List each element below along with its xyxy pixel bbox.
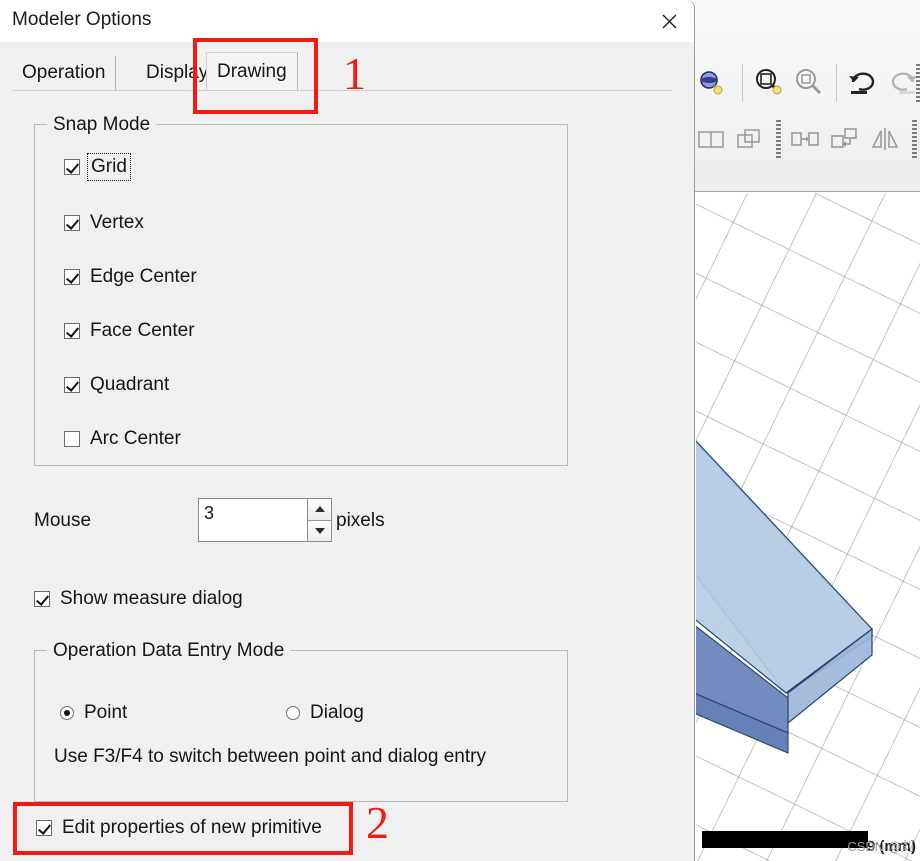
checkbox-grid-box[interactable] [64, 159, 80, 175]
data-entry-mode-group: Operation Data Entry Mode [34, 640, 568, 802]
toolbar-grip[interactable] [776, 120, 781, 160]
checkbox-edit-properties-box[interactable] [36, 820, 52, 836]
radio-point[interactable]: Point [60, 702, 127, 724]
move-shape-icon[interactable] [828, 122, 862, 156]
toolbar-grip[interactable] [912, 120, 917, 160]
checkbox-quadrant[interactable]: Quadrant [64, 374, 169, 396]
mouse-units-label: pixels [336, 510, 385, 531]
align-horizontal-icon[interactable] [788, 122, 822, 156]
tab-operation-label: Operation [22, 62, 106, 83]
checkbox-quadrant-label: Quadrant [90, 374, 170, 395]
data-entry-hint: Use F3/F4 to switch between point and di… [54, 746, 486, 767]
spin-down-button[interactable] [308, 520, 331, 541]
dialog-body: Operation Display Drawing Snap Mode Grid [0, 42, 694, 861]
checkbox-grid[interactable]: Grid [64, 153, 131, 181]
viewport-solid-model [696, 440, 873, 754]
copy-shape-icon[interactable] [732, 122, 766, 156]
radio-dialog[interactable]: Dialog [286, 702, 364, 724]
checkbox-vertex-box[interactable] [64, 215, 80, 231]
viewport-scale-bar [702, 831, 868, 848]
dialog-titlebar[interactable]: Modeler Options [0, 0, 694, 42]
checkbox-show-measure-dialog-label: Show measure dialog [60, 588, 243, 609]
close-button[interactable] [644, 0, 694, 42]
checkbox-grid-label: Grid [87, 153, 131, 181]
radio-dialog-box[interactable] [286, 706, 300, 720]
close-icon [662, 14, 676, 28]
checkbox-vertex[interactable]: Vertex [64, 212, 144, 234]
checkbox-face-center-label: Face Center [90, 320, 195, 341]
checkbox-face-center-box[interactable] [64, 323, 80, 339]
tab-drawing[interactable]: Drawing [206, 52, 298, 90]
zoom-window-icon[interactable] [752, 66, 786, 100]
viewport-dimension-label: 9 (mm) [866, 838, 916, 855]
chevron-up-icon [314, 506, 325, 513]
radio-dialog-label: Dialog [310, 702, 364, 723]
checkbox-show-measure-dialog[interactable]: Show measure dialog [34, 588, 243, 610]
tab-operation[interactable]: Operation [12, 56, 117, 90]
checkbox-edge-center[interactable]: Edge Center [64, 266, 197, 288]
tab-drawing-label: Drawing [217, 60, 287, 82]
checkbox-edge-center-label: Edge Center [90, 266, 197, 287]
checkbox-show-measure-dialog-box[interactable] [34, 591, 50, 607]
modeler-options-dialog: Modeler Options Operation Display Drawin… [0, 0, 695, 861]
screen-root: 9 (mm) CSDN @刘 Modeler Options Operation… [0, 0, 920, 861]
checkbox-arc-center[interactable]: Arc Center [64, 428, 181, 450]
mouse-pixels-spin-buttons[interactable] [308, 498, 332, 542]
zoom-region-icon[interactable] [792, 66, 826, 100]
radio-point-label: Point [84, 702, 128, 723]
checkbox-edit-properties[interactable]: Edit properties of new primitive [36, 817, 322, 839]
spin-up-button[interactable] [308, 499, 331, 521]
split-view-icon[interactable] [694, 122, 728, 156]
checkbox-vertex-label: Vertex [90, 212, 144, 233]
checkbox-arc-center-box[interactable] [64, 431, 80, 447]
checkbox-arc-center-label: Arc Center [90, 428, 181, 449]
mouse-pixels-stepper[interactable]: 3 [198, 498, 332, 542]
mouse-pixels-input[interactable]: 3 [198, 498, 308, 542]
zoom-fit-icon[interactable] [694, 66, 728, 100]
mouse-label: Mouse [34, 510, 92, 531]
toolbar-grip[interactable] [916, 64, 920, 104]
radio-point-box[interactable] [60, 706, 74, 720]
toolbar-separator [742, 64, 743, 102]
checkbox-face-center[interactable]: Face Center [64, 320, 195, 342]
mirror-icon[interactable] [868, 122, 902, 156]
tab-display-label: Display [146, 62, 209, 83]
dialog-title: Modeler Options [12, 9, 152, 30]
checkbox-quadrant-box[interactable] [64, 377, 80, 393]
tab-underline [12, 90, 672, 91]
chevron-down-icon [314, 527, 325, 534]
data-entry-mode-group-title: Operation Data Entry Mode [47, 640, 291, 662]
snap-mode-group-title: Snap Mode [47, 114, 157, 136]
checkbox-edge-center-box[interactable] [64, 269, 80, 285]
toolbar-separator [836, 64, 837, 102]
undo-icon[interactable] [846, 66, 880, 100]
redo-icon[interactable] [886, 66, 920, 100]
viewport-3d[interactable]: 9 (mm) CSDN @刘 [696, 193, 920, 861]
checkbox-edit-properties-label: Edit properties of new primitive [62, 817, 322, 838]
